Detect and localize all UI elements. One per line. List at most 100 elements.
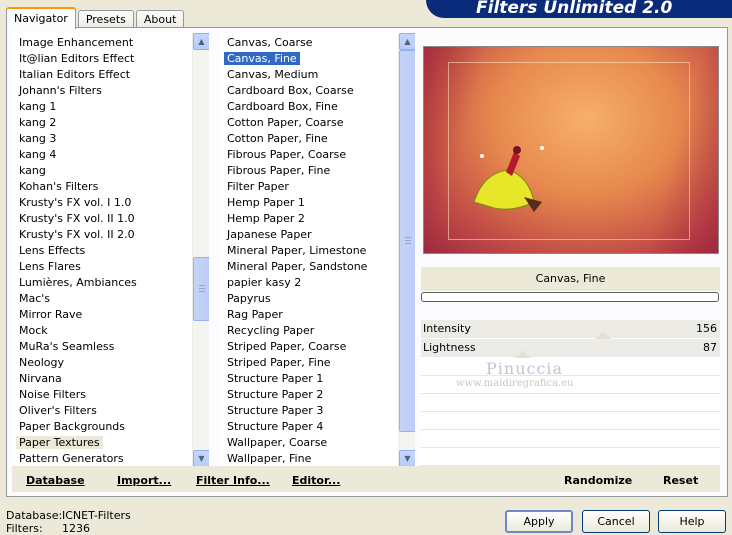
list-item[interactable]: papier kasy 2: [221, 275, 367, 291]
list-item-label: Fibrous Paper, Fine: [227, 164, 331, 177]
tab-about[interactable]: About: [135, 10, 185, 28]
scroll-down-button[interactable]: ▼: [193, 450, 209, 467]
list-item-label: Paper Textures: [16, 436, 103, 449]
list-item[interactable]: Cardboard Box, Fine: [221, 99, 367, 115]
category-list[interactable]: Image Enhancement It@lian Editors Effect I…: [13, 33, 209, 467]
list-item-label: Hemp Paper 2: [227, 212, 305, 225]
list-item[interactable]: Wallpaper, Coarse: [221, 435, 367, 451]
list-item-label: Krusty's FX vol. II 1.0: [19, 212, 135, 225]
list-item[interactable]: Wallpaper, Fine: [221, 451, 367, 467]
status-info: Database:ICNET-Filters Filters: 1236: [6, 509, 131, 535]
list-item[interactable]: Cotton Paper, Fine: [221, 131, 367, 147]
list-item-label: Krusty's FX vol. II 2.0: [19, 228, 135, 241]
category-scrollbar[interactable]: ▲ ▼: [192, 33, 209, 467]
import-button[interactable]: Import...: [117, 474, 171, 487]
list-item[interactable]: kang 4: [13, 147, 137, 163]
filters-count: 1236: [62, 522, 90, 535]
list-item[interactable]: Filter Paper: [221, 179, 367, 195]
list-item[interactable]: Striped Paper, Fine: [221, 355, 367, 371]
list-item[interactable]: Mineral Paper, Sandstone: [221, 259, 367, 275]
list-item[interactable]: Italian Editors Effect: [13, 67, 137, 83]
list-item[interactable]: Paper Textures: [13, 435, 137, 451]
list-item-label: Recycling Paper: [227, 324, 315, 337]
list-item[interactable]: Papyrus: [221, 291, 367, 307]
list-item[interactable]: Image Enhancement: [13, 35, 137, 51]
list-item-label: Fibrous Paper, Coarse: [227, 148, 347, 161]
filter-list[interactable]: Canvas, Coarse Canvas, Fine Canvas, Medium…: [221, 33, 415, 467]
list-item[interactable]: Hemp Paper 1: [221, 195, 367, 211]
scroll-thumb[interactable]: [399, 50, 415, 432]
list-item[interactable]: kang 3: [13, 131, 137, 147]
scroll-up-button[interactable]: ▲: [193, 33, 209, 50]
param-lightness[interactable]: Lightness 87: [421, 339, 720, 357]
editor-button[interactable]: Editor...: [292, 474, 340, 487]
cancel-button[interactable]: Cancel: [582, 510, 650, 533]
list-item[interactable]: Neology: [13, 355, 137, 371]
list-item[interactable]: Structure Paper 2: [221, 387, 367, 403]
list-item[interactable]: Cotton Paper, Coarse: [221, 115, 367, 131]
list-item[interactable]: Lens Effects: [13, 243, 137, 259]
list-item-label: Oliver's Filters: [19, 404, 97, 417]
list-item-label: Image Enhancement: [19, 36, 134, 49]
list-item[interactable]: Japanese Paper: [221, 227, 367, 243]
list-item[interactable]: Mock: [13, 323, 137, 339]
randomize-button[interactable]: Randomize: [564, 474, 632, 487]
list-item[interactable]: Striped Paper, Coarse: [221, 339, 367, 355]
list-item[interactable]: Oliver's Filters: [13, 403, 137, 419]
list-item[interactable]: Paper Backgrounds: [13, 419, 137, 435]
list-item[interactable]: Structure Paper 1: [221, 371, 367, 387]
list-item[interactable]: Rag Paper: [221, 307, 367, 323]
list-item[interactable]: Mirror Rave: [13, 307, 137, 323]
list-item-label: kang 3: [19, 132, 57, 145]
list-item-label: Lens Effects: [19, 244, 86, 257]
scroll-thumb[interactable]: [193, 257, 209, 321]
filter-scrollbar[interactable]: ▲ ▼: [398, 33, 415, 467]
list-item[interactable]: kang 2: [13, 115, 137, 131]
list-item[interactable]: Hemp Paper 2: [221, 211, 367, 227]
list-item[interactable]: Canvas, Medium: [221, 67, 367, 83]
list-item-label: Lumières, Ambiances: [19, 276, 137, 289]
list-item[interactable]: Recycling Paper: [221, 323, 367, 339]
list-item[interactable]: Fibrous Paper, Coarse: [221, 147, 367, 163]
list-item[interactable]: Nirvana: [13, 371, 137, 387]
reset-button[interactable]: Reset: [663, 474, 698, 487]
list-item[interactable]: Noise Filters: [13, 387, 137, 403]
list-item[interactable]: Lumières, Ambiances: [13, 275, 137, 291]
list-item-label: Cardboard Box, Coarse: [227, 84, 354, 97]
list-item[interactable]: Pattern Generators: [13, 451, 137, 467]
list-item[interactable]: Kohan's Filters: [13, 179, 137, 195]
scroll-up-button[interactable]: ▲: [399, 33, 415, 50]
list-item[interactable]: It@lian Editors Effect: [13, 51, 137, 67]
list-item[interactable]: Mineral Paper, Limestone: [221, 243, 367, 259]
list-item[interactable]: Lens Flares: [13, 259, 137, 275]
list-item[interactable]: MuRa's Seamless: [13, 339, 137, 355]
list-item[interactable]: Structure Paper 4: [221, 419, 367, 435]
list-item[interactable]: kang 1: [13, 99, 137, 115]
list-item[interactable]: Fibrous Paper, Fine: [221, 163, 367, 179]
list-item[interactable]: Structure Paper 3: [221, 403, 367, 419]
list-item[interactable]: Johann's Filters: [13, 83, 137, 99]
help-button[interactable]: Help: [658, 510, 726, 533]
list-item[interactable]: Canvas, Fine: [221, 51, 367, 67]
filter-info-button[interactable]: Filter Info...: [196, 474, 270, 487]
list-item[interactable]: Krusty's FX vol. I 1.0: [13, 195, 137, 211]
list-item-label: Mineral Paper, Sandstone: [227, 260, 368, 273]
list-item[interactable]: Canvas, Coarse: [221, 35, 367, 51]
list-item[interactable]: kang: [13, 163, 137, 179]
list-item-label: Italian Editors Effect: [19, 68, 131, 81]
list-item[interactable]: Mac's: [13, 291, 137, 307]
list-item[interactable]: Cardboard Box, Coarse: [221, 83, 367, 99]
scroll-down-button[interactable]: ▼: [399, 450, 415, 467]
list-item-label: Paper Backgrounds: [19, 420, 126, 433]
list-item-label: Structure Paper 1: [227, 372, 324, 385]
list-item-label: kang 4: [19, 148, 57, 161]
list-item-label: Cotton Paper, Fine: [227, 132, 328, 145]
apply-button[interactable]: Apply: [505, 510, 573, 533]
database-button[interactable]: Database: [26, 474, 85, 487]
param-intensity[interactable]: Intensity 156: [421, 320, 720, 338]
tab-navigator[interactable]: Navigator: [6, 7, 76, 29]
list-item[interactable]: Krusty's FX vol. II 2.0: [13, 227, 137, 243]
list-item-label: It@lian Editors Effect: [19, 52, 135, 65]
tab-presets[interactable]: Presets: [77, 10, 134, 28]
list-item[interactable]: Krusty's FX vol. II 1.0: [13, 211, 137, 227]
